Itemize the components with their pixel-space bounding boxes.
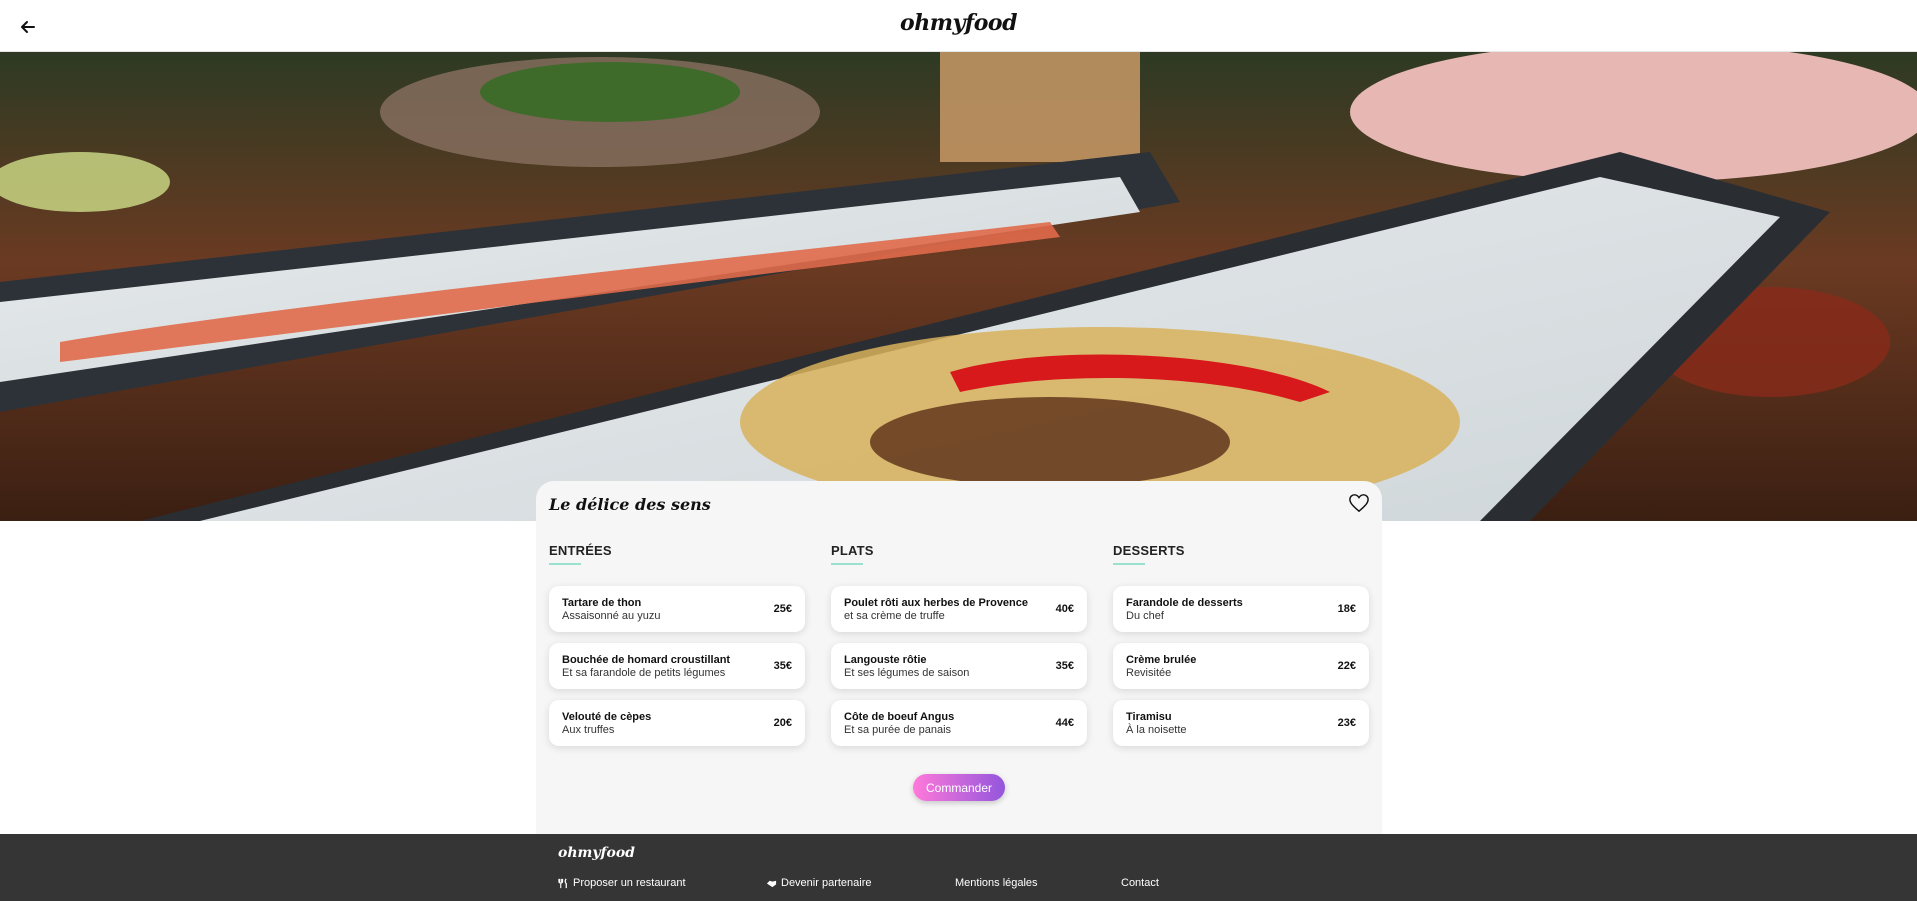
dish-price: 35€ bbox=[773, 660, 792, 672]
dish-price: 40€ bbox=[1055, 603, 1074, 615]
footer-link-label: Contact bbox=[1121, 877, 1159, 889]
dish-description: Et sa farandole de petits légumes bbox=[562, 667, 726, 679]
footer-link-label: Mentions légales bbox=[955, 877, 1038, 889]
dish-card[interactable]: Tiramisu À la noisette 23€ bbox=[1113, 700, 1369, 746]
dish-description: Assaisonné au yuzu bbox=[562, 610, 661, 622]
top-header: ohmyfood bbox=[0, 0, 1917, 52]
menu-section-title: PLATS bbox=[831, 543, 1087, 569]
dish-card[interactable]: Poulet rôti aux herbes de Provence et sa… bbox=[831, 586, 1087, 632]
site-logo[interactable]: ohmyfood bbox=[0, 10, 1917, 36]
dish-price: 35€ bbox=[1055, 660, 1074, 672]
footer-link-label: Proposer un restaurant bbox=[573, 877, 686, 889]
menu-column-desserts: DESSERTS Farandole de desserts Du chef 1… bbox=[1113, 543, 1369, 746]
dish-name: Velouté de cèpes bbox=[562, 711, 652, 723]
dish-description: et sa crème de truffe bbox=[844, 610, 945, 622]
dish-description: À la noisette bbox=[1126, 724, 1187, 736]
footer-link-label: Devenir partenaire bbox=[781, 877, 872, 889]
menu-column-entrees: ENTRÉES Tartare de thon Assaisonné au yu… bbox=[549, 543, 805, 746]
dish-name: Farandole de desserts bbox=[1126, 597, 1243, 609]
dish-price: 22€ bbox=[1337, 660, 1356, 672]
dish-card[interactable]: Côte de boeuf Angus Et sa purée de panai… bbox=[831, 700, 1087, 746]
dish-price: 23€ bbox=[1337, 717, 1356, 729]
heart-icon[interactable] bbox=[1348, 493, 1370, 513]
dish-card[interactable]: Bouchée de homard croustillant Et sa far… bbox=[549, 643, 805, 689]
site-footer: ohmyfood Proposer un restaurant Devenir … bbox=[0, 834, 1917, 901]
footer-link-mentions-legales[interactable]: Mentions légales bbox=[955, 877, 1038, 889]
dish-name: Crème brulée bbox=[1126, 654, 1197, 666]
footer-link-contact[interactable]: Contact bbox=[1121, 877, 1159, 889]
footer-link-devenir-partenaire[interactable]: Devenir partenaire bbox=[766, 877, 872, 889]
restaurant-menu-card: Le délice des sens ENTRÉES Tartare de th… bbox=[536, 481, 1382, 834]
order-button[interactable]: Commander bbox=[913, 774, 1005, 801]
restaurant-name: Le délice des sens bbox=[549, 495, 711, 514]
dish-name: Poulet rôti aux herbes de Provence bbox=[844, 597, 1029, 609]
footer-link-proposer-restaurant[interactable]: Proposer un restaurant bbox=[558, 877, 686, 889]
restaurant-hero-image bbox=[0, 52, 1917, 521]
dish-description: Et sa purée de panais bbox=[844, 724, 952, 736]
menu-section-title: DESSERTS bbox=[1113, 543, 1369, 569]
dish-name: Tiramisu bbox=[1126, 711, 1172, 723]
dish-description: Aux truffes bbox=[562, 724, 615, 736]
handshake-icon bbox=[766, 880, 777, 887]
dish-description: Revisitée bbox=[1126, 667, 1172, 679]
dish-name: Côte de boeuf Angus bbox=[844, 711, 955, 723]
dish-card[interactable]: Crème brulée Revisitée 22€ bbox=[1113, 643, 1369, 689]
menu-column-plats: PLATS Poulet rôti aux herbes de Provence… bbox=[831, 543, 1087, 746]
dish-name: Langouste rôtie bbox=[844, 654, 927, 666]
dish-card[interactable]: Velouté de cèpes Aux truffes 20€ bbox=[549, 700, 805, 746]
dish-price: 25€ bbox=[773, 603, 792, 615]
menu-section-title: ENTRÉES bbox=[549, 543, 805, 569]
dish-description: Du chef bbox=[1126, 610, 1164, 622]
dish-card[interactable]: Tartare de thon Assaisonné au yuzu 25€ bbox=[549, 586, 805, 632]
dish-price: 18€ bbox=[1337, 603, 1356, 615]
utensils-icon bbox=[558, 877, 567, 888]
dish-name: Bouchée de homard croustillant bbox=[562, 654, 731, 666]
dish-price: 44€ bbox=[1055, 717, 1074, 729]
dish-card[interactable]: Langouste rôtie Et ses légumes de saison… bbox=[831, 643, 1087, 689]
footer-logo[interactable]: ohmyfood bbox=[558, 845, 635, 861]
dish-price: 20€ bbox=[773, 717, 792, 729]
dish-name: Tartare de thon bbox=[562, 597, 642, 609]
dish-description: Et ses légumes de saison bbox=[844, 667, 970, 679]
dish-card[interactable]: Farandole de desserts Du chef 18€ bbox=[1113, 586, 1369, 632]
